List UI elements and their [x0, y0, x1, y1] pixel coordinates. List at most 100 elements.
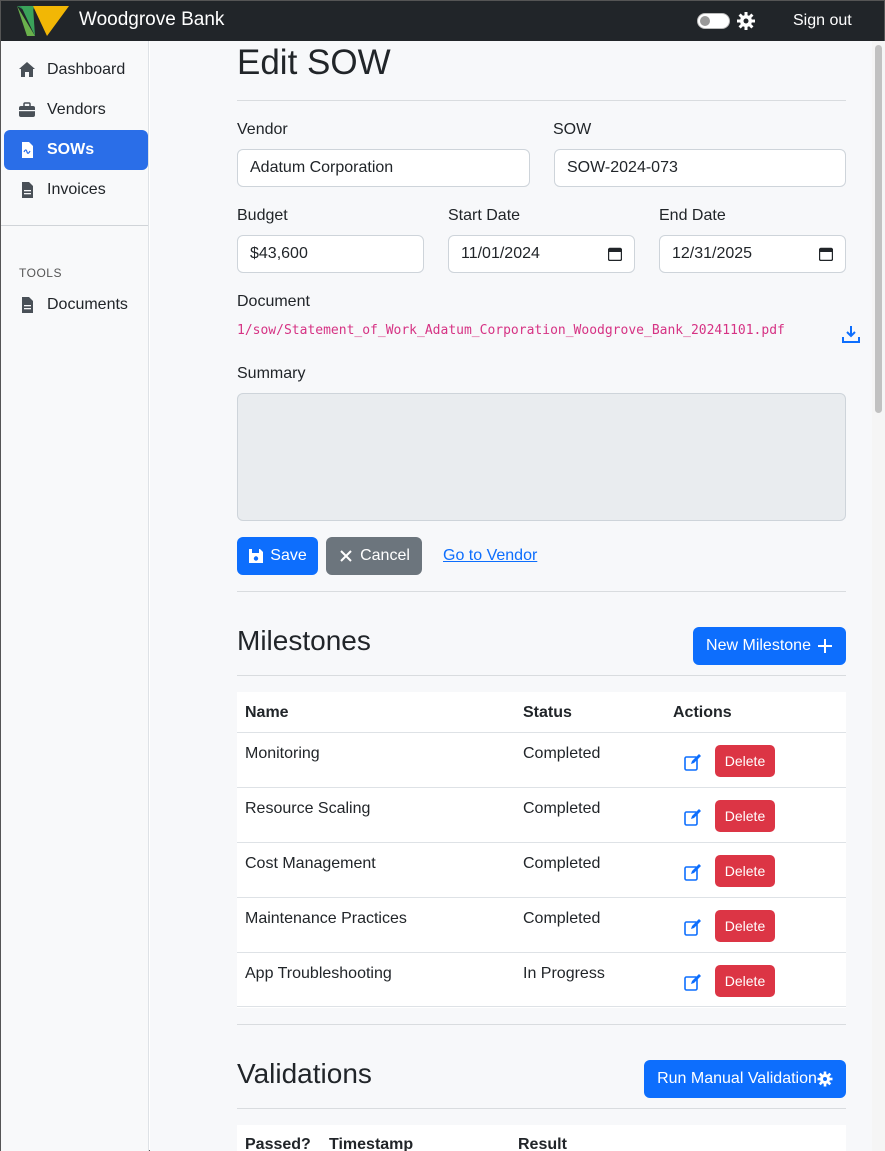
brand-name: Woodgrove Bank	[79, 9, 225, 30]
delete-button[interactable]: Delete	[715, 910, 775, 942]
page-title: Edit SOW	[237, 43, 391, 82]
milestone-status: Completed	[523, 745, 601, 762]
divider	[237, 675, 846, 676]
budget-label: Budget	[237, 207, 288, 224]
sidebar-item-sows[interactable]: SOWs	[4, 130, 148, 170]
table-row: Maintenance Practices Completed Delete	[237, 897, 846, 952]
edit-icon[interactable]	[684, 808, 702, 826]
plus-icon	[817, 638, 833, 654]
run-validation-button[interactable]: Run Manual Validation	[644, 1060, 846, 1098]
new-milestone-button[interactable]: New Milestone	[693, 627, 846, 665]
vendor-label: Vendor	[237, 121, 288, 138]
column-header-status: Status	[523, 704, 572, 721]
milestone-status: In Progress	[523, 965, 605, 982]
milestone-name: Resource Scaling	[245, 800, 371, 817]
sow-field[interactable]: SOW-2024-073	[554, 149, 846, 187]
milestone-status: Completed	[523, 855, 601, 872]
scrollbar-thumb[interactable]	[875, 45, 882, 413]
column-header-result: Result	[518, 1136, 567, 1151]
end-date-label: End Date	[659, 207, 726, 224]
table-row: Monitoring Completed Delete	[237, 732, 846, 787]
divider	[237, 100, 846, 101]
divider	[237, 1024, 846, 1025]
milestones-heading: Milestones	[237, 625, 371, 656]
column-header-actions: Actions	[673, 704, 732, 721]
delete-button[interactable]: Delete	[715, 745, 775, 777]
start-date-field[interactable]: 11/01/2024	[448, 235, 635, 273]
sidebar-item-vendors[interactable]: Vendors	[4, 90, 148, 130]
theme-gear-icon[interactable]	[736, 11, 756, 31]
calendar-icon[interactable]	[819, 247, 833, 261]
theme-toggle[interactable]	[697, 13, 730, 29]
vendor-field[interactable]: Adatum Corporation	[237, 149, 530, 187]
summary-textarea[interactable]	[237, 393, 846, 521]
delete-label: Delete	[724, 918, 766, 934]
table-row: Resource Scaling Completed Delete	[237, 787, 846, 842]
sidebar-divider	[1, 225, 148, 226]
sidebar-item-dashboard[interactable]: Dashboard	[4, 50, 148, 90]
table-row: Cost Management Completed Delete	[237, 842, 846, 897]
sidebar-item-label: SOWs	[47, 141, 95, 158]
milestone-name: App Troubleshooting	[245, 965, 392, 982]
edit-icon[interactable]	[684, 863, 702, 881]
gear-icon	[817, 1071, 833, 1087]
sidebar-item-label: Documents	[47, 296, 128, 313]
milestone-status: Completed	[523, 910, 601, 927]
file-icon	[18, 181, 36, 199]
home-icon	[18, 61, 36, 79]
save-label: Save	[270, 547, 307, 564]
delete-button[interactable]: Delete	[715, 800, 775, 832]
run-validation-label: Run Manual Validation	[657, 1070, 817, 1087]
sow-value: SOW-2024-073	[567, 159, 678, 176]
column-header-timestamp: Timestamp	[329, 1136, 414, 1151]
sidebar-item-documents[interactable]: Documents	[4, 285, 148, 325]
sidebar: Dashboard Vendors SOWs Invoices TOOLS Do…	[1, 41, 149, 1151]
briefcase-icon	[18, 101, 36, 119]
delete-label: Delete	[724, 753, 766, 769]
sign-out-link[interactable]: Sign out	[793, 12, 852, 30]
delete-label: Delete	[724, 808, 766, 824]
sidebar-item-label: Invoices	[47, 181, 106, 198]
go-to-vendor-link[interactable]: Go to Vendor	[443, 547, 537, 565]
milestone-name: Monitoring	[245, 745, 320, 762]
validations-table: Passed? Timestamp Result	[237, 1125, 846, 1151]
edit-icon[interactable]	[684, 918, 702, 936]
edit-icon[interactable]	[684, 973, 702, 991]
sow-label: SOW	[553, 121, 592, 138]
end-date-field[interactable]: 12/31/2025	[659, 235, 846, 273]
summary-label: Summary	[237, 365, 306, 382]
document-link[interactable]: 1/sow/Statement_of_Work_Adatum_Corporati…	[237, 323, 785, 338]
delete-label: Delete	[724, 973, 766, 989]
document-label: Document	[237, 293, 310, 310]
download-icon[interactable]	[842, 325, 860, 343]
table-row: App Troubleshooting In Progress Delete	[237, 952, 846, 1007]
delete-label: Delete	[724, 863, 766, 879]
woodgrove-logo	[17, 6, 69, 36]
new-milestone-label: New Milestone	[706, 637, 811, 654]
cancel-label: Cancel	[360, 547, 410, 564]
vendor-value: Adatum Corporation	[250, 159, 394, 176]
budget-value: $43,600	[250, 245, 308, 262]
edit-icon[interactable]	[684, 753, 702, 771]
file-icon	[18, 296, 36, 314]
close-icon	[338, 548, 354, 564]
calendar-icon[interactable]	[608, 247, 622, 261]
budget-field[interactable]: $43,600	[237, 235, 424, 273]
end-date-value: 12/31/2025	[672, 245, 753, 262]
sidebar-item-invoices[interactable]: Invoices	[4, 170, 148, 210]
document-icon	[18, 141, 36, 159]
start-date-value: 11/01/2024	[461, 245, 540, 262]
column-header-name: Name	[245, 704, 289, 721]
delete-button[interactable]: Delete	[715, 965, 775, 997]
milestone-name: Maintenance Practices	[245, 910, 407, 927]
save-button[interactable]: Save	[237, 537, 318, 575]
cancel-button[interactable]: Cancel	[326, 537, 422, 575]
tools-heading: TOOLS	[19, 266, 62, 280]
delete-button[interactable]: Delete	[715, 855, 775, 887]
top-navbar: Woodgrove Bank Sign out	[1, 1, 884, 41]
milestone-name: Cost Management	[245, 855, 376, 872]
sidebar-item-label: Vendors	[47, 101, 106, 118]
milestones-table: Name Status Actions Monitoring Completed…	[237, 692, 846, 1008]
start-date-label: Start Date	[448, 207, 521, 224]
validations-heading: Validations	[237, 1058, 372, 1089]
